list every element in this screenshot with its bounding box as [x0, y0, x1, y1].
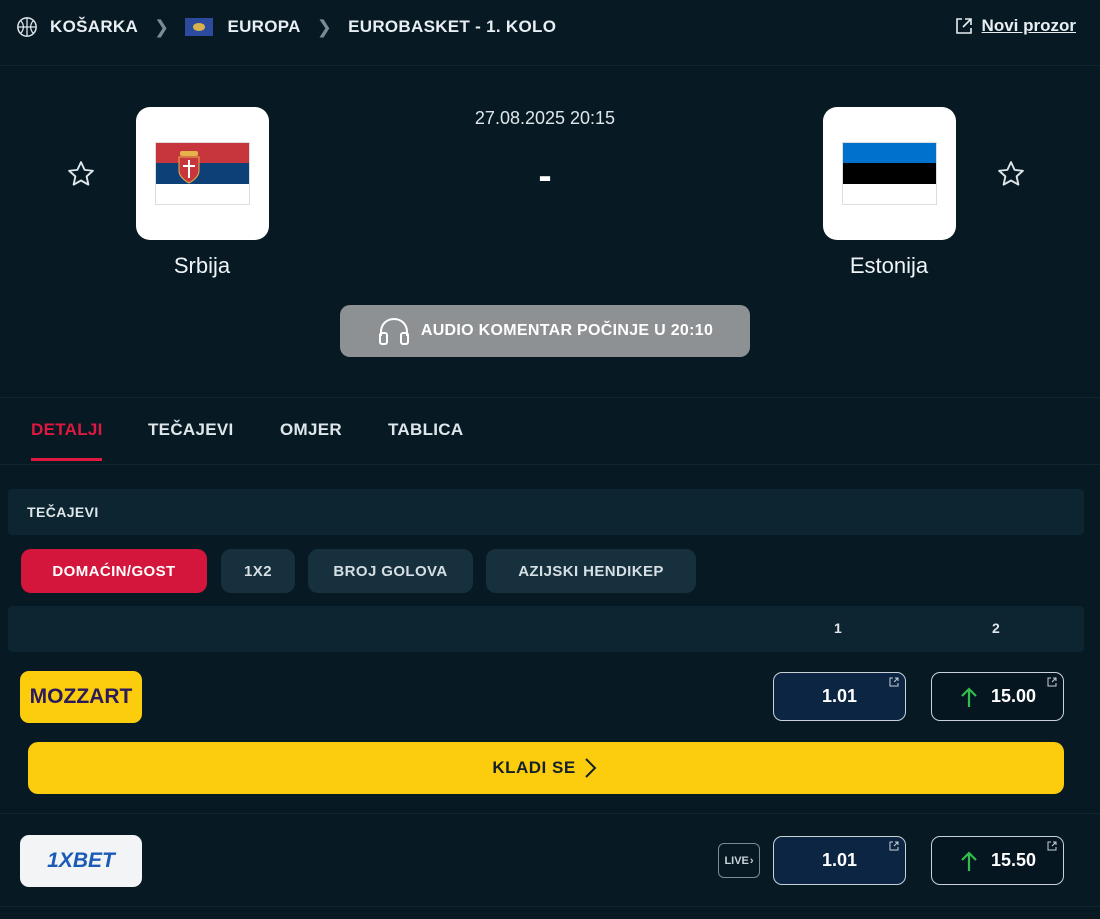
live-badge[interactable]: LIVE ›: [718, 843, 760, 878]
away-team-name[interactable]: Estonija: [789, 253, 989, 279]
chevron-right-icon: ❯: [316, 16, 333, 37]
favorite-star-icon[interactable]: [66, 159, 96, 189]
bookmaker-logo-mozzart[interactable]: MOZZART: [20, 671, 142, 723]
breadcrumb-region[interactable]: EUROPA: [227, 17, 300, 37]
odd-button-2[interactable]: 15.00: [931, 672, 1064, 721]
market-pill-total[interactable]: BROJ GOLOVA: [308, 549, 473, 593]
odd-button-1[interactable]: 1.01: [773, 836, 906, 885]
divider: [0, 464, 1100, 465]
external-link-icon: [1047, 677, 1057, 687]
favorite-star-icon[interactable]: [996, 159, 1026, 189]
serbia-flag-icon: [155, 142, 250, 205]
market-pill-asian-handicap[interactable]: AZIJSKI HENDIKEP: [486, 549, 696, 593]
divider: [0, 906, 1100, 907]
market-pill-home-away[interactable]: DOMAĆIN/GOST: [21, 549, 207, 593]
arrow-up-icon: [961, 686, 977, 707]
tab-tecajevi[interactable]: TEČAJEVI: [148, 420, 234, 440]
away-team-logo[interactable]: [823, 107, 956, 240]
audio-commentary-button[interactable]: AUDIO KOMENTAR POČINJE U 20:10: [340, 305, 750, 357]
external-link-icon: [889, 841, 899, 851]
breadcrumb-competition[interactable]: EUROBASKET - 1. KOLO: [348, 17, 556, 37]
chevron-right-icon: [584, 758, 597, 778]
match-datetime: 27.08.2025 20:15: [474, 108, 616, 128]
odd-value: 1.01: [821, 686, 858, 706]
arrow-up-icon: [961, 850, 977, 871]
bet-now-button[interactable]: KLADI SE: [28, 742, 1064, 794]
europe-flag-icon: [185, 18, 214, 36]
breadcrumb-bar: KOŠARKA ❯ EUROPA ❯ EUROBASKET - 1. KOLO …: [0, 0, 1100, 54]
chevron-right-icon: ❯: [154, 16, 170, 37]
divider: [0, 813, 1100, 814]
coat-of-arms-icon: [178, 151, 200, 184]
tab-tablica[interactable]: TABLICA: [388, 420, 463, 440]
tab-bar: DETALJI TEČAJEVI OMJER TABLICA: [0, 398, 1100, 464]
new-window-label: Novi prozor: [981, 16, 1076, 35]
basketball-icon: [17, 17, 37, 37]
match-score: -: [538, 154, 552, 198]
odds-section-header: TEČAJEVI: [8, 489, 1084, 535]
active-tab-indicator: [31, 458, 102, 461]
tab-detalji[interactable]: DETALJI: [31, 420, 103, 440]
column-label-2: 2: [992, 620, 1000, 636]
audio-commentary-label: AUDIO KOMENTAR POČINJE U 20:10: [420, 322, 714, 339]
chevron-right-icon: ›: [749, 854, 754, 867]
live-label: LIVE: [724, 854, 749, 867]
bookmaker-logo-1xbet[interactable]: 1XBET: [20, 835, 142, 887]
home-team-name[interactable]: Srbija: [102, 253, 302, 279]
bet-now-label: KLADI SE: [492, 758, 576, 777]
headphones-icon: [378, 317, 409, 345]
breadcrumb: KOŠARKA ❯ EUROPA ❯ EUROBASKET - 1. KOLO: [16, 16, 556, 38]
match-header: Srbija 27.08.2025 20:15 - Estonija AUDIO…: [0, 66, 1100, 396]
external-link-icon: [1047, 841, 1057, 851]
odds-column-header: 1 2: [8, 606, 1084, 652]
estonia-flag-icon: [842, 142, 937, 205]
column-label-1: 1: [834, 620, 842, 636]
odds-section-title: TEČAJEVI: [27, 504, 99, 520]
odd-value: 15.50: [990, 850, 1037, 870]
tab-omjer[interactable]: OMJER: [280, 420, 342, 440]
home-team-logo[interactable]: [136, 107, 269, 240]
external-link-icon: [955, 18, 972, 34]
odd-button-2[interactable]: 15.50: [931, 836, 1064, 885]
market-pill-1x2[interactable]: 1X2: [221, 549, 295, 593]
breadcrumb-sport[interactable]: KOŠARKA: [50, 17, 138, 37]
odd-value: 15.00: [990, 686, 1037, 706]
odd-button-1[interactable]: 1.01: [773, 672, 906, 721]
odd-value: 1.01: [821, 850, 858, 870]
external-link-icon: [889, 677, 899, 687]
new-window-link[interactable]: Novi prozor: [954, 16, 1076, 36]
